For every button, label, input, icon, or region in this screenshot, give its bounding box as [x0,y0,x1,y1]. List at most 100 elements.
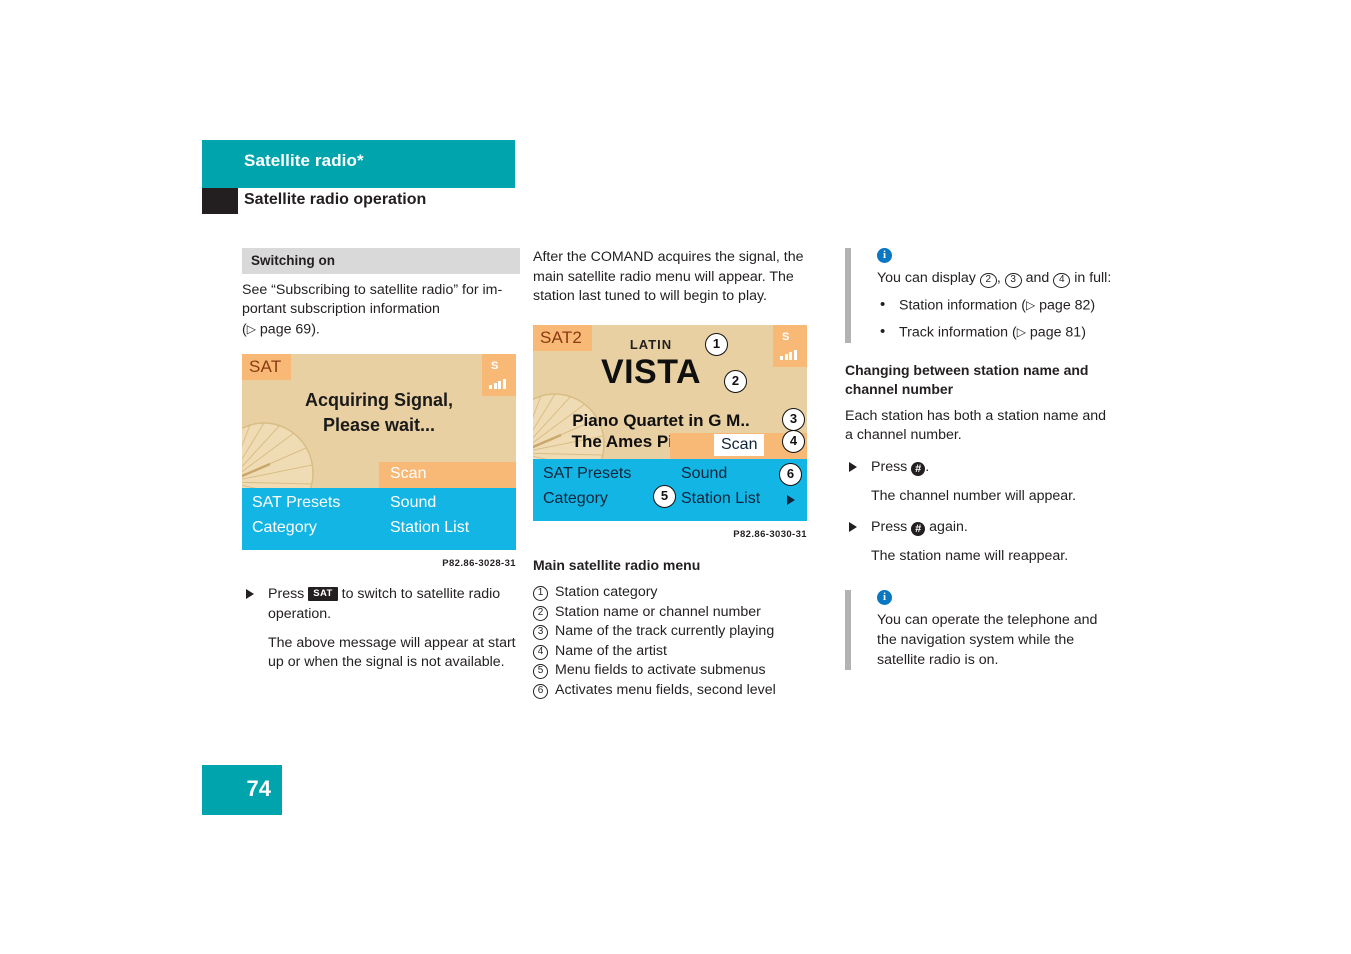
bullet-text-post: page 81) [1025,324,1086,341]
legend-item: 6 Activates menu fields, second level [533,681,811,701]
section-title: Satellite radio operation [244,191,427,208]
step-press-post: again. [925,519,968,536]
step-press-pre: Press [871,519,912,536]
note-channel-number-will-appear: The channel number will appear. [871,487,1077,504]
callout-5: 5 [653,484,676,508]
inline-callout-3: 3 [1004,273,1022,288]
info-bullet-list: Station information (▷ page 82) Track in… [877,295,1113,343]
info-box-telephone-navigation: i You can operate the telephone and the … [845,590,1113,671]
hash-key-icon: # [911,461,926,476]
intro-page-ref: page 69). [255,321,320,338]
info-lead-text: You can display 2, 3 and 4 in full: [877,269,1113,289]
figure-caption-1: P82.86-3028-31 [442,557,516,569]
source-tag-sat: SAT [242,353,292,381]
note-station-name-will-reappear: The station name will reappear. [871,547,1069,564]
inline-callout-4: 4 [1053,273,1071,288]
menu-field-category[interactable]: Category [543,489,608,509]
inline-callout-2: 2 [979,273,997,288]
info-icon: i [877,248,892,263]
callout-3: 3 [782,407,805,431]
step-press-sat: Press SAT to switch to satellite radio o… [242,585,520,624]
step-press-pre: Press [871,458,912,475]
legend-item: 2 Station name or channel number [533,603,811,623]
legend-number: 4 [533,644,548,660]
page-ref-triangle-icon: ▷ [1025,297,1036,312]
legend-number: 3 [533,625,548,641]
info-bullet-track-information: Track information (▷ page 81) [877,322,1113,343]
legend-number: 1 [533,586,548,602]
comand-display-main-menu: SAT2 S LATIN VISTA Piano Quartet in G M.… [533,324,807,521]
comand-acquires-intro: After the COMAND acquires the signal, th… [533,249,804,305]
column-one: Switching on See “Subscribing to satelli… [242,248,520,673]
menu-field-station-list[interactable]: Station List [390,518,469,538]
bullet-text-post: page 82) [1035,297,1096,314]
callout-2: 2 [724,369,747,393]
legend-label: Menu fields to activate submenus [555,662,766,679]
menu-field-category[interactable]: Category [252,518,317,538]
info-bullet-station-information: Station information (▷ page 82) [877,295,1113,316]
step-press-hash: Press #. [845,458,1113,478]
scan-field-1[interactable]: Scan [379,461,516,488]
display-menu-bar-1: SAT Presets Category Sound Station List [242,487,516,550]
subsection-heading-switching-on: Switching on [242,248,520,274]
column-two: After the COMAND acquires the signal, th… [533,248,811,700]
legend-item: 1 Station category [533,583,811,603]
page-ref-triangle-icon: ▷ [1016,324,1026,339]
legend-item: 5 Menu fields to activate submenus [533,661,811,681]
acquiring-line-2: Please wait... [322,414,436,435]
info-lead-pre: You can display [877,270,980,286]
legend-label: Activates menu fields, second level [555,681,776,698]
section-header-row: Satellite radio operation [202,188,515,214]
info-lead-mid-1: , [996,270,1005,286]
legend-number: 5 [533,664,548,680]
legend-item: 3 Name of the track currently playing [533,622,811,642]
legend-number: 6 [533,683,548,699]
menu-field-station-list[interactable]: Station List [681,489,760,509]
legend-label: Station category [555,584,658,601]
step-press-hash-again: Press # again. [845,518,1113,538]
station-category-text: LATIN [629,336,673,352]
signal-bars-icon [489,370,507,390]
info-text: You can operate the telephone and the na… [877,612,1098,668]
step-triangle-icon [849,461,857,472]
chapter-header-band: Satellite radio* [202,140,515,188]
heading-changing-between-station-name: Changing between station name and channe… [845,361,1089,397]
info-lead-post: in full: [1070,270,1112,286]
note-start-up-message: The above message will appear at start u… [268,634,516,671]
scan-label: Scan [390,464,427,482]
legend-item: 4 Name of the artist [533,642,811,662]
callout-4: 4 [782,429,805,453]
legend-label: Name of the artist [555,642,667,659]
changing-body-text: Each station has both a station name and… [845,407,1107,444]
bullet-text-pre: Track information ( [899,324,1017,341]
intro-line-2: portant subscription information [242,301,440,318]
track-name-text: Piano Quartet in G M.. [572,410,750,430]
step-press-text-pre: Press [268,586,309,603]
legend-label: Name of the track currently playing [555,623,775,640]
bullet-text-pre: Station information ( [899,297,1026,314]
info-icon: i [877,590,892,606]
page-ref-triangle-icon: ▷ [246,321,256,336]
callout-6: 6 [779,462,802,486]
intro-line-1: See “Subscribing to satellite radio” for… [242,281,503,298]
acquiring-line-1: Acquiring Signal, [304,389,453,410]
legend-number: 2 [533,605,548,621]
scan-label-selected: Scan [714,433,765,457]
sat-key-icon: SAT [308,587,338,602]
menu-field-sound[interactable]: Sound [681,464,727,484]
menu-field-sound[interactable]: Sound [390,493,436,513]
legend-label: Station name or channel number [555,603,761,620]
menu-field-sat-presets[interactable]: SAT Presets [252,493,340,513]
figure-caption-2: P82.86-3030-31 [733,528,807,540]
menu-field-sat-presets[interactable]: SAT Presets [543,464,631,484]
section-marker-tab [202,188,238,214]
column-three: i You can display 2, 3 and 4 in full: St… [845,248,1113,688]
page-number: 74 [202,765,282,815]
info-box-display-in-full: i You can display 2, 3 and 4 in full: St… [845,248,1113,343]
acquiring-signal-message: Acquiring Signal, Please wait... [242,388,516,438]
comand-display-acquiring-signal: SAT S Acquiring Signal, Please wait... S… [242,353,516,550]
second-level-arrow-icon [787,494,795,505]
station-name-text: VISTA [600,352,702,391]
legend-list: 1 Station category 2 Station name or cha… [533,583,811,700]
page-title: Satellite radio* [244,151,364,170]
